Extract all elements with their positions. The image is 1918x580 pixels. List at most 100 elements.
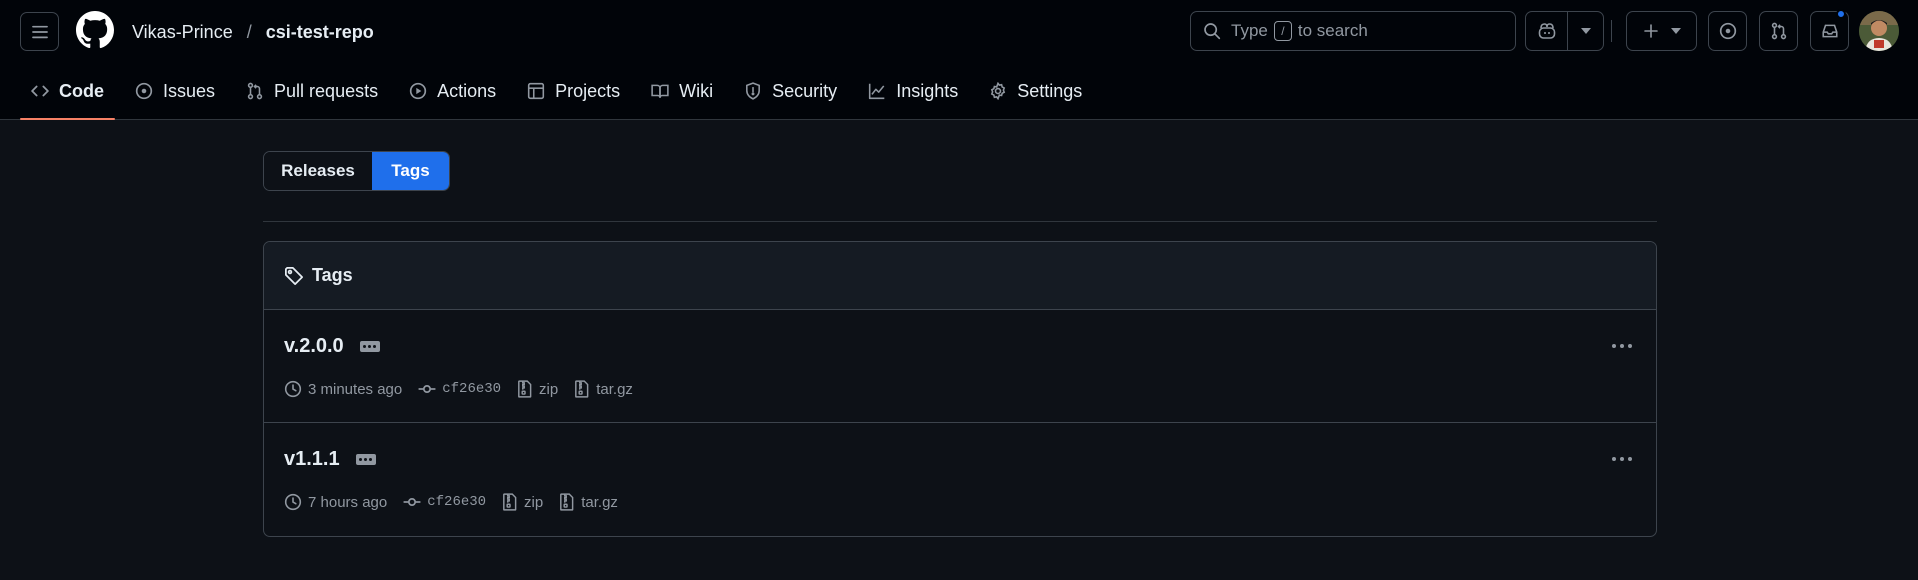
clock-icon (284, 493, 308, 511)
global-header: Vikas-Prince / csi-test-repo Type / to s… (0, 0, 1918, 120)
header-divider (1611, 20, 1612, 42)
your-pull-requests-button[interactable] (1759, 11, 1798, 51)
search-shortcut-key: / (1273, 21, 1292, 41)
tag-zip-label: zip (524, 493, 544, 511)
tag-commit-link[interactable]: cf26e30 (418, 380, 501, 398)
clock-icon (284, 380, 308, 398)
tag-time: 7 hours ago (284, 493, 387, 511)
shield-icon (744, 82, 772, 100)
tags-box-header: Tags (264, 242, 1656, 310)
copilot-button[interactable] (1526, 12, 1568, 50)
create-new-button[interactable] (1626, 11, 1697, 51)
file-zip-icon (502, 493, 524, 511)
tags-tab[interactable]: Tags (372, 152, 449, 190)
kebab-horizontal-icon (1611, 343, 1633, 349)
tab-pull-requests-label: Pull requests (274, 80, 379, 101)
tag-time: 3 minutes ago (284, 380, 402, 398)
tab-actions-label: Actions (437, 80, 497, 101)
tag-zip-link[interactable]: zip (517, 380, 558, 398)
github-logo-icon[interactable] (76, 11, 114, 49)
tag-zip-link[interactable]: zip (502, 493, 543, 511)
tag-row: v.2.0.0 3 minutes ago cf26e30 zip tar.gz (264, 310, 1656, 423)
tab-wiki[interactable]: Wiki (640, 70, 724, 112)
tag-meta: 3 minutes ago cf26e30 zip tar.gz (284, 380, 649, 398)
tab-security[interactable]: Security (733, 70, 848, 112)
tab-code[interactable]: Code (20, 70, 115, 120)
tab-insights[interactable]: Insights (857, 70, 969, 112)
breadcrumb-owner-link[interactable]: Vikas-Prince (132, 22, 233, 43)
tab-wiki-label: Wiki (679, 80, 714, 101)
tag-targz-link[interactable]: tar.gz (574, 380, 633, 398)
tag-name: v1.1.1 (284, 448, 340, 470)
table-icon (527, 82, 555, 100)
menu-button[interactable] (20, 12, 59, 51)
gear-icon (989, 82, 1017, 100)
tab-settings[interactable]: Settings (978, 70, 1093, 112)
code-icon (31, 82, 59, 100)
breadcrumb-separator: / (246, 21, 252, 42)
tag-name-link[interactable]: v1.1.1 (284, 448, 376, 471)
file-zip-icon (517, 380, 539, 398)
releases-tags-toggle: Releases Tags (263, 151, 450, 191)
tag-row: v1.1.1 7 hours ago cf26e30 zip tar.gz (264, 423, 1656, 536)
avatar[interactable] (1859, 11, 1899, 51)
issue-opened-icon (135, 82, 163, 100)
copilot-dropdown-button[interactable] (1568, 12, 1603, 50)
tag-zip-label: zip (539, 380, 559, 398)
breadcrumb: Vikas-Prince / csi-test-repo (132, 20, 374, 44)
git-commit-icon (418, 380, 442, 398)
tab-security-label: Security (772, 80, 838, 101)
expand-message-button[interactable] (359, 341, 380, 352)
search-input[interactable]: Type / to search (1190, 11, 1516, 51)
tab-settings-label: Settings (1017, 80, 1083, 101)
book-icon (651, 82, 679, 100)
search-icon (1203, 22, 1221, 40)
tag-options-button[interactable] (1608, 449, 1636, 469)
tab-pull-requests[interactable]: Pull requests (235, 70, 389, 112)
tab-projects-label: Projects (555, 80, 621, 101)
tag-name: v.2.0.0 (284, 335, 344, 357)
tag-commit-sha: cf26e30 (427, 494, 487, 510)
graph-icon (868, 82, 896, 100)
tab-issues[interactable]: Issues (124, 70, 226, 112)
search-prefix: Type (1231, 21, 1268, 40)
tag-targz-label: tar.gz (581, 493, 618, 511)
repo-navigation: Code Issues Pull requests Actions Projec… (20, 70, 1102, 120)
tab-code-label: Code (59, 80, 104, 101)
file-zip-icon (574, 380, 596, 398)
section-divider (263, 221, 1657, 222)
file-zip-icon (559, 493, 581, 511)
tag-targz-link[interactable]: tar.gz (559, 493, 618, 511)
tag-commit-link[interactable]: cf26e30 (403, 493, 486, 511)
releases-tab[interactable]: Releases (264, 152, 372, 190)
notification-indicator (1836, 9, 1846, 19)
caret-down-icon (1670, 28, 1681, 34)
hamburger-icon (31, 23, 49, 41)
expand-message-button[interactable] (355, 454, 376, 465)
top-bar: Vikas-Prince / csi-test-repo Type / to s… (0, 0, 1918, 62)
git-pull-request-icon (1770, 22, 1788, 40)
tag-time-label: 7 hours ago (308, 493, 388, 511)
tag-commit-sha: cf26e30 (442, 381, 502, 397)
tags-box-title: Tags (312, 265, 353, 285)
your-issues-button[interactable] (1708, 11, 1747, 51)
tab-issues-label: Issues (163, 80, 216, 101)
tag-options-button[interactable] (1608, 336, 1636, 356)
tag-meta: 7 hours ago cf26e30 zip tar.gz (284, 493, 634, 511)
kebab-horizontal-icon (1611, 456, 1633, 462)
tag-name-link[interactable]: v.2.0.0 (284, 335, 380, 358)
tag-targz-label: tar.gz (596, 380, 633, 398)
tag-icon (284, 266, 312, 286)
search-suffix: to search (1297, 21, 1368, 40)
tag-time-label: 3 minutes ago (308, 380, 403, 398)
plus-icon (1643, 23, 1659, 39)
copilot-icon (1537, 22, 1557, 40)
breadcrumb-repo-link[interactable]: csi-test-repo (266, 22, 374, 43)
tab-insights-label: Insights (896, 80, 959, 101)
git-commit-icon (403, 493, 427, 511)
search-placeholder: Type / to search (1231, 21, 1368, 41)
inbox-icon (1821, 22, 1839, 40)
git-pull-request-icon (246, 82, 274, 100)
tab-projects[interactable]: Projects (516, 70, 631, 112)
tab-actions[interactable]: Actions (398, 70, 507, 112)
